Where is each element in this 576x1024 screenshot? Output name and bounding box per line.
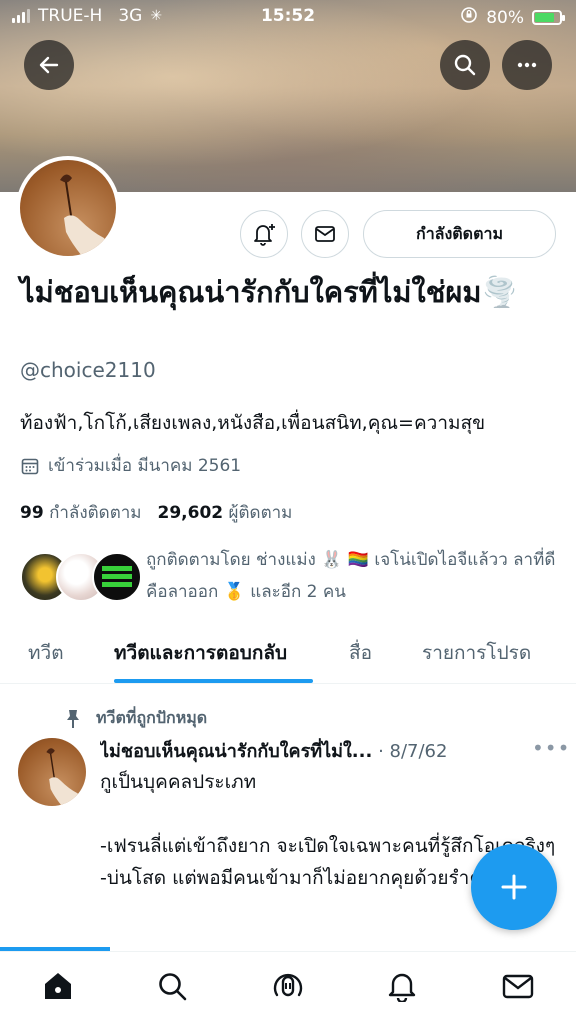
more-button[interactable]: [502, 40, 552, 90]
status-bar: TRUE-H 3G ✳ 15:52 80%: [0, 0, 576, 34]
pinned-label-text: ทวีตที่ถูกปักหมุด: [96, 708, 208, 727]
following-count: 99: [20, 503, 44, 523]
bottom-nav: [0, 951, 576, 1024]
active-tab-indicator: [114, 679, 313, 683]
profile-avatar[interactable]: [16, 156, 120, 260]
follower-avatar: [92, 552, 142, 602]
bell-plus-icon: [254, 224, 275, 246]
join-date-text: เข้าร่วมเมื่อ มีนาคม 2561: [48, 456, 242, 476]
tweet-author: ไม่ชอบเห็นคุณน่ารักกับใครที่ไม่ใ...: [100, 741, 373, 762]
home-icon: [45, 973, 71, 999]
followers-count-link[interactable]: 29,602 ผู้ติดตาม: [158, 499, 293, 526]
following-count-link[interactable]: 99 กำลังติดตาม: [20, 499, 142, 526]
nav-notifications[interactable]: [382, 966, 422, 1006]
profile-bio: ท้องฟ้า,โกโก้,เสียงเพลง,หนังสือ,เพื่อนสน…: [20, 412, 486, 434]
nav-messages[interactable]: [498, 966, 538, 1006]
tweet-date: · 8/7/62: [378, 741, 448, 762]
back-button[interactable]: [24, 40, 74, 90]
plus-icon: [501, 874, 527, 900]
compose-button[interactable]: [471, 844, 557, 930]
pinned-label: ทวีตที่ถูกปักหมุด: [64, 706, 207, 731]
tweet-line: กูเป็นบุคคลประเภท: [100, 771, 257, 793]
tab-media[interactable]: สื่อ: [349, 638, 372, 668]
back-arrow-icon: [39, 56, 59, 74]
search-icon: [454, 54, 476, 76]
user-handle: @choice2110: [20, 358, 156, 382]
tweet-avatar[interactable]: [18, 738, 86, 806]
followers-count: 29,602: [157, 503, 224, 523]
battery-percent: 80%: [486, 7, 524, 28]
nav-spaces[interactable]: [268, 966, 308, 1006]
tab-tweets-and-replies[interactable]: ทวีตและการตอบกลับ: [114, 638, 287, 668]
calendar-icon: [21, 458, 39, 474]
followed-by-row[interactable]: ถูกติดตามโดย ช่างแม่ง 🐰 🏳️‍🌈 เจโน่เปิดไอ…: [20, 544, 560, 608]
message-button[interactable]: [301, 210, 349, 258]
followers-label: ผู้ติดตาม: [228, 503, 293, 523]
profile-tabs: ทวีต ทวีตและการตอบกลับ สื่อ รายการโปรด: [0, 622, 576, 684]
tab-tweets[interactable]: ทวีต: [28, 638, 64, 668]
more-icon: [517, 62, 537, 68]
tweet-header[interactable]: ไม่ชอบเห็นคุณน่ารักกับใครที่ไม่ใ... · 8/…: [100, 736, 520, 765]
orientation-lock-icon: [460, 6, 478, 29]
following-label: กำลังติดตาม: [49, 503, 142, 523]
pin-icon: [67, 709, 79, 728]
display-name: ไม่ชอบเห็นคุณน่ารักกับใครที่ไม่ใช่ผม🌪️: [20, 275, 518, 309]
tab-likes[interactable]: รายการโปรด: [422, 638, 531, 668]
nav-home[interactable]: [38, 966, 78, 1006]
spaces-icon: [273, 973, 303, 997]
avatar: [20, 160, 116, 256]
nav-search[interactable]: [152, 966, 192, 1006]
search-button[interactable]: [440, 40, 490, 90]
battery-icon: [532, 10, 565, 25]
search-icon: [159, 973, 187, 1001]
tweet-line: [100, 798, 560, 830]
join-date: เข้าร่วมเมื่อ มีนาคม 2561: [20, 452, 241, 479]
tweet-more-icon[interactable]: •••: [532, 736, 570, 760]
bell-icon: [388, 973, 416, 1002]
mail-icon: [502, 974, 534, 999]
notify-button[interactable]: [240, 210, 288, 258]
followed-by-text: ถูกติดตามโดย ช่างแม่ง 🐰 🏳️‍🌈 เจโน่เปิดไอ…: [146, 550, 556, 602]
following-button[interactable]: กำลังติดตาม: [363, 210, 556, 258]
envelope-icon: [315, 226, 335, 242]
